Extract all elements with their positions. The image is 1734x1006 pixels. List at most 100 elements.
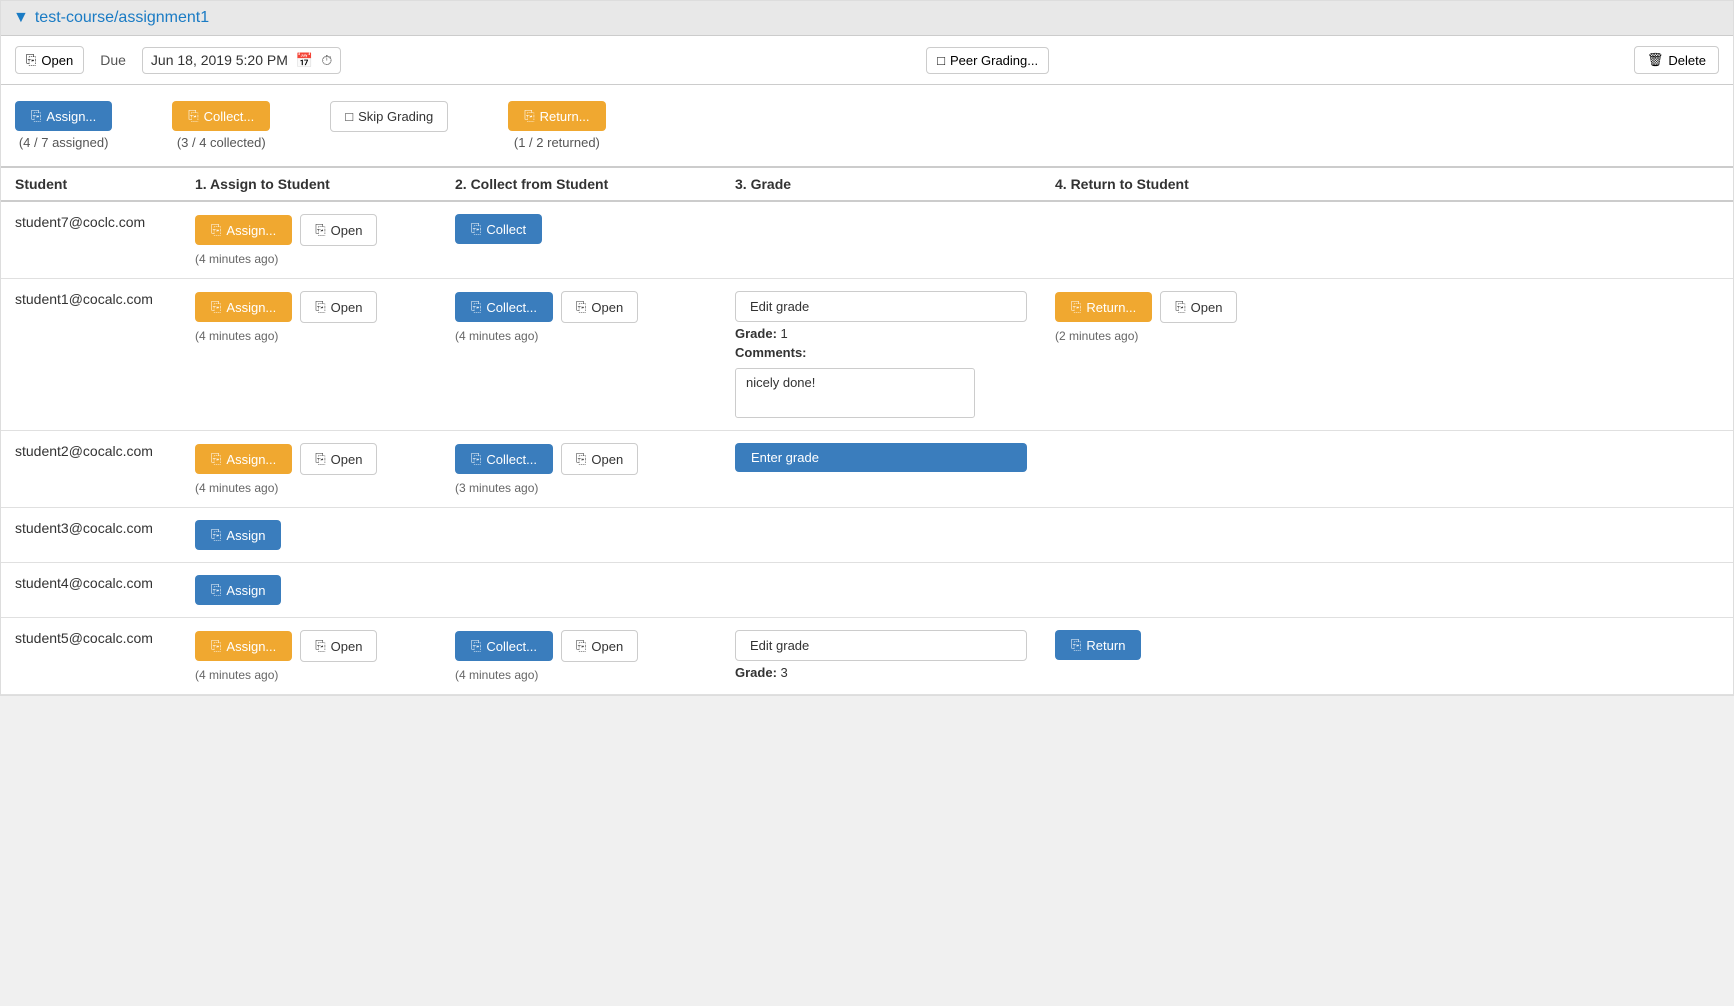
open-icon: ⎘ [1175, 299, 1185, 315]
assign-time: (4 minutes ago) [195, 668, 427, 682]
collect-open-button[interactable]: ⎘ Open [561, 443, 638, 475]
clock-icon[interactable]: ⏱ [321, 52, 332, 69]
return-button[interactable]: ⎘ Return... [1055, 292, 1152, 322]
skip-grading-button[interactable]: □ Skip Grading [330, 101, 448, 132]
grade-value: Grade: 1 [735, 326, 1027, 341]
table-row: student4@cocalc.com⎘ Assign [1, 563, 1733, 618]
assign-cell: ⎘ Assign... ⎘ Open (4 minutes ago) [181, 279, 441, 431]
return-icon: ⎘ [1071, 637, 1081, 653]
table-row: student7@coclc.com ⎘ Assign... ⎘ Open (4 mi… [1, 201, 1733, 279]
return-cell [1041, 563, 1733, 618]
summary-assign-label: Assign... [46, 109, 96, 124]
collect-button[interactable]: ⎘ Collect [455, 214, 542, 244]
col-header-assign: 1. Assign to Student [181, 168, 441, 201]
collect-button[interactable]: ⎘ Collect... [455, 444, 553, 474]
assign-open-button[interactable]: ⎘ Open [300, 443, 377, 475]
return-cell [1041, 431, 1733, 508]
grade-cell: Edit gradeGrade: 1Comments:nicely done! [721, 279, 1041, 431]
collect-icon: ⎘ [471, 638, 481, 654]
assign-open-button[interactable]: ⎘ Open [300, 630, 377, 662]
assign-time: (4 minutes ago) [195, 252, 427, 266]
collect-cell: ⎘ Collect [441, 201, 721, 279]
assign-button[interactable]: ⎘ Assign [195, 520, 281, 550]
assign-icon: ⎘ [211, 638, 221, 654]
col-header-collect: 2. Collect from Student [441, 168, 721, 201]
col-header-return: 4. Return to Student [1041, 168, 1733, 201]
enter-grade-button[interactable]: Enter grade [735, 443, 1027, 472]
collect-cell: ⎘ Collect...⎘ Open(4 minutes ago) [441, 279, 721, 431]
comments-box: nicely done! [735, 368, 975, 418]
student-email: student2@cocalc.com [1, 431, 181, 508]
return-cell [1041, 201, 1733, 279]
assign-time: (4 minutes ago) [195, 329, 427, 343]
due-label: Due [100, 52, 126, 68]
trash-icon: 🗑 [1647, 52, 1664, 68]
breadcrumb-title: test-course/assignment1 [35, 9, 209, 27]
grade-cell: Edit grade Grade: 3 [721, 618, 1041, 695]
collect-open-button[interactable]: ⎘ Open [561, 291, 638, 323]
collect-open-button[interactable]: ⎘ Open [561, 630, 638, 662]
summary-row: ⎘ Assign... (4 / 7 assigned) ⎘ Collect..… [1, 85, 1733, 168]
summary-return-sub: (1 / 2 returned) [514, 135, 600, 150]
student-email: student7@coclc.com [1, 201, 181, 279]
assign-cell: ⎘ Assign... ⎘ Open (4 minutes ago) [181, 618, 441, 695]
assign-cell: ⎘ Assign [181, 563, 441, 618]
table-row: student1@cocalc.com⎘ Assign...⎘ Open(4 m… [1, 279, 1733, 431]
student-email: student3@cocalc.com [1, 508, 181, 563]
collect-time: (4 minutes ago) [455, 668, 707, 682]
breadcrumb-arrow: ▼ [13, 9, 29, 27]
assign-open-button[interactable]: ⎘ Open [300, 214, 377, 246]
assign-time: (4 minutes ago) [195, 481, 427, 495]
summary-collect-label: Collect... [204, 109, 255, 124]
table-row: student5@cocalc.com⎘ Assign...⎘ Open(4 m… [1, 618, 1733, 695]
peer-grading-label: Peer Grading... [950, 53, 1038, 68]
edit-grade-button[interactable]: Edit grade [735, 630, 1027, 661]
delete-button[interactable]: 🗑 Delete [1634, 46, 1719, 74]
return-open-button[interactable]: ⎘ Open [1160, 291, 1237, 323]
grade-cell [721, 563, 1041, 618]
assign-button[interactable]: ⎘ Assign... [195, 292, 292, 322]
collect-button[interactable]: ⎘ Collect... [455, 292, 553, 322]
open-icon: ⎘ [315, 222, 325, 238]
edit-grade-button[interactable]: Edit grade [735, 291, 1027, 322]
summary-assign-button[interactable]: ⎘ Assign... [15, 101, 112, 131]
open-button[interactable]: ⎘ Open [15, 46, 84, 74]
summary-assign-col: ⎘ Assign... (4 / 7 assigned) [15, 101, 112, 150]
summary-collect-col: ⎘ Collect... (3 / 4 collected) [172, 101, 270, 150]
due-date-field[interactable]: Jun 18, 2019 5:20 PM 📅 ⏱ [142, 47, 341, 74]
assign-button[interactable]: ⎘ Assign... [195, 631, 292, 661]
collect-icon: ⎘ [471, 451, 481, 467]
return-button[interactable]: ⎘ Return [1055, 630, 1141, 660]
open-icon: ⎘ [26, 52, 36, 68]
assign-button[interactable]: ⎘ Assign [195, 575, 281, 605]
collect-button[interactable]: ⎘ Collect... [455, 631, 553, 661]
return-time: (2 minutes ago) [1055, 329, 1719, 343]
toolbar-row: ⎘ Open Due Jun 18, 2019 5:20 PM 📅 ⏱ □ Pe… [1, 36, 1733, 85]
summary-return-label: Return... [540, 109, 590, 124]
assign-button[interactable]: ⎘ Assign... [195, 215, 292, 245]
due-date-value: Jun 18, 2019 5:20 PM [151, 52, 288, 68]
return-cell: ⎘ Return... ⎘ Open (2 minutes ago) [1041, 279, 1733, 431]
open-label: Open [41, 53, 73, 68]
summary-collect-button[interactable]: ⎘ Collect... [172, 101, 270, 131]
open-icon: ⎘ [576, 299, 586, 315]
assign-button[interactable]: ⎘ Assign... [195, 444, 292, 474]
col-header-grade: 3. Grade [721, 168, 1041, 201]
grade-value: Grade: 3 [735, 665, 1027, 680]
open-icon: ⎘ [315, 638, 325, 654]
table-row: student3@cocalc.com ⎘ Assign [1, 508, 1733, 563]
assign-cell: ⎘ Assign... ⎘ Open (4 minutes ago) [181, 201, 441, 279]
students-table: Student 1. Assign to Student 2. Collect … [1, 168, 1733, 695]
checkbox-icon: □ [937, 53, 945, 68]
summary-assign-sub: (4 / 7 assigned) [19, 135, 109, 150]
col-header-student: Student [1, 168, 181, 201]
collect-cell: ⎘ Collect... ⎘ Open (4 minutes ago) [441, 618, 721, 695]
assign-icon: ⎘ [211, 582, 221, 598]
assign-cell: ⎘ Assign [181, 508, 441, 563]
calendar-icon[interactable]: 📅 [296, 52, 313, 69]
summary-skip-col: □ Skip Grading [330, 101, 448, 132]
peer-grading-button[interactable]: □ Peer Grading... [926, 47, 1049, 74]
summary-return-button[interactable]: ⎘ Return... [508, 101, 605, 131]
assign-open-button[interactable]: ⎘ Open [300, 291, 377, 323]
collect-cell [441, 563, 721, 618]
